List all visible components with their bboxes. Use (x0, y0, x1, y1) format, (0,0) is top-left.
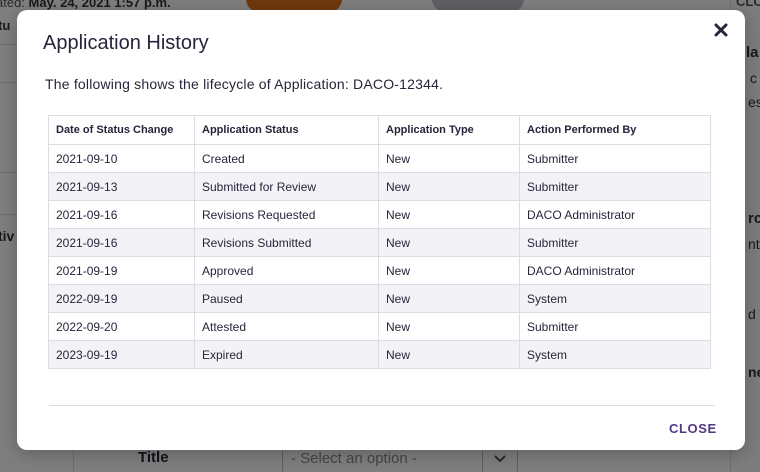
cell-date: 2021-09-16 (48, 228, 195, 257)
cell-performed-by: DACO Administrator (519, 256, 711, 285)
cell-date: 2021-09-10 (48, 144, 195, 173)
header-type: Application Type (378, 115, 520, 145)
cell-date: 2022-09-19 (48, 284, 195, 313)
table-row: 2021-09-16 Revisions Requested New DACO … (48, 200, 711, 229)
header-performed-by: Action Performed By (519, 115, 711, 145)
cell-type: New (378, 144, 520, 173)
modal-intro: The following shows the lifecycle of App… (45, 76, 444, 92)
cell-status: Created (194, 144, 379, 173)
close-button[interactable]: CLOSE (665, 418, 721, 438)
close-x-icon[interactable] (711, 20, 731, 40)
history-table: Date of Status Change Application Status… (48, 115, 711, 369)
header-status: Application Status (194, 115, 379, 145)
cell-status: Submitted for Review (194, 172, 379, 201)
cell-type: New (378, 228, 520, 257)
cell-type: New (378, 284, 520, 313)
cell-date: 2021-09-13 (48, 172, 195, 201)
cell-type: New (378, 172, 520, 201)
table-row: 2021-09-16 Revisions Submitted New Submi… (48, 228, 711, 257)
cell-status: Attested (194, 312, 379, 341)
cell-type: New (378, 200, 520, 229)
cell-date: 2022-09-20 (48, 312, 195, 341)
cell-performed-by: Submitter (519, 312, 711, 341)
cell-status: Paused (194, 284, 379, 313)
cell-type: New (378, 340, 520, 369)
cell-performed-by: DACO Administrator (519, 200, 711, 229)
cell-performed-by: Submitter (519, 228, 711, 257)
cell-status: Approved (194, 256, 379, 285)
cell-performed-by: System (519, 340, 711, 369)
cell-date: 2021-09-16 (48, 200, 195, 229)
table-row: 2023-09-19 Expired New System (48, 340, 711, 369)
cell-date: 2023-09-19 (48, 340, 195, 369)
header-date: Date of Status Change (48, 115, 195, 145)
table-row: 2022-09-20 Attested New Submitter (48, 312, 711, 341)
cell-status: Revisions Requested (194, 200, 379, 229)
cell-performed-by: Submitter (519, 144, 711, 173)
table-row: 2021-09-19 Approved New DACO Administrat… (48, 256, 711, 285)
cell-performed-by: System (519, 284, 711, 313)
table-row: 2021-09-10 Created New Submitter (48, 144, 711, 173)
table-header-row: Date of Status Change Application Status… (48, 115, 711, 145)
cell-date: 2021-09-19 (48, 256, 195, 285)
cell-status: Revisions Submitted (194, 228, 379, 257)
table-row: 2022-09-19 Paused New System (48, 284, 711, 313)
application-history-modal: Application History The following shows … (17, 10, 745, 450)
modal-title: Application History (43, 32, 209, 54)
cell-type: New (378, 312, 520, 341)
cell-type: New (378, 256, 520, 285)
footer-divider (49, 405, 715, 406)
table-row: 2021-09-13 Submitted for Review New Subm… (48, 172, 711, 201)
cell-performed-by: Submitter (519, 172, 711, 201)
cell-status: Expired (194, 340, 379, 369)
